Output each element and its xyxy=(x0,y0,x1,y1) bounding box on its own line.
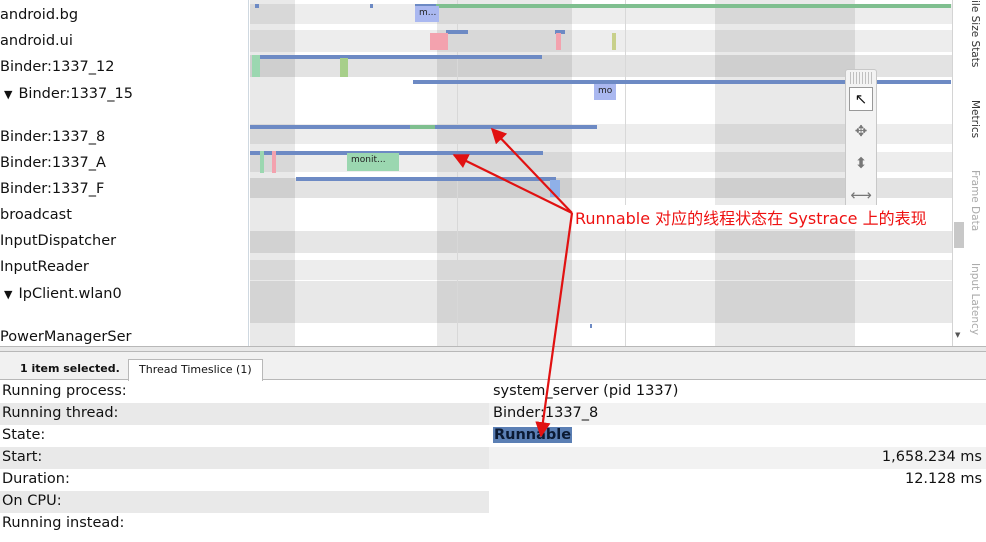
zoom-mode-button[interactable]: ⬍ xyxy=(849,151,873,175)
thread-name: IpClient.wlan0 xyxy=(18,286,122,302)
tab-file-size-stats[interactable]: ile Size Stats xyxy=(969,0,981,67)
thread-label-powermanager[interactable]: PowerManagerSer xyxy=(0,327,131,347)
thread-block[interactable] xyxy=(556,33,561,50)
slice-label[interactable]: mo xyxy=(594,84,616,100)
thread-name: Binder:1337_15 xyxy=(18,86,133,102)
thread-block[interactable] xyxy=(612,33,616,50)
analysis-tab-strip: 1 item selected. Thread Timeslice (1) xyxy=(0,352,986,381)
thread-label-binder-15[interactable]: ▼ Binder:1337_15 xyxy=(0,84,133,104)
detail-row-running-instead: Running instead: xyxy=(0,513,986,535)
timing-mode-button[interactable]: ⟷ xyxy=(849,183,873,207)
thread-slice[interactable] xyxy=(370,4,373,8)
time-marker-line xyxy=(625,0,626,346)
detail-label: Start: xyxy=(2,449,43,465)
thread-name: InputReader xyxy=(0,259,89,275)
selection-count: 1 item selected. xyxy=(20,362,120,375)
thread-slice[interactable] xyxy=(436,4,951,8)
tab-frame-data[interactable]: Frame Data xyxy=(969,170,981,231)
detail-row-duration: Duration: 12.128 ms xyxy=(0,469,986,491)
expand-caret-icon[interactable]: ▼ xyxy=(4,288,12,301)
detail-label: Running instead: xyxy=(2,515,125,531)
detail-label: Running process: xyxy=(2,383,127,399)
detail-value: Runnable xyxy=(493,427,573,443)
thread-name: Binder:1337_F xyxy=(0,181,105,197)
state-value-highlight: Runnable xyxy=(493,427,573,443)
vsync-shade xyxy=(250,0,295,346)
thread-name: broadcast xyxy=(0,207,72,223)
thread-slice[interactable] xyxy=(255,4,259,8)
thread-block[interactable] xyxy=(430,33,448,50)
thread-label-column: android.bg android.ui Binder:1337_12 ▼ Bi… xyxy=(0,0,249,348)
tab-input-latency[interactable]: Input Latency xyxy=(969,263,981,335)
tab-metrics[interactable]: Metrics xyxy=(969,100,981,138)
slice-label[interactable]: monit... xyxy=(347,153,399,171)
thread-label-android-bg[interactable]: android.bg xyxy=(0,5,78,25)
thread-slice[interactable] xyxy=(252,55,542,59)
thread-name: Binder:1337_8 xyxy=(0,129,106,145)
thread-block[interactable] xyxy=(340,58,348,77)
tab-thread-timeslice[interactable]: Thread Timeslice (1) xyxy=(128,359,263,381)
annotation-text: Runnable 对应的线程状态在 Systrace 上的表现 xyxy=(575,205,927,229)
thread-label-binder-8[interactable]: Binder:1337_8 xyxy=(0,127,105,147)
expand-caret-icon[interactable]: ▼ xyxy=(4,88,12,101)
detail-label: State: xyxy=(2,427,46,443)
detail-value: 1,658.234 ms xyxy=(881,449,982,465)
scroll-down-icon[interactable]: ▼ xyxy=(955,331,960,339)
drag-handle-icon[interactable] xyxy=(850,72,872,84)
thread-label-inputdispatcher[interactable]: InputDispatcher xyxy=(0,231,116,251)
thread-label-broadcast[interactable]: broadcast xyxy=(0,205,72,225)
select-mode-button[interactable]: ↖ xyxy=(849,87,873,111)
pointer-icon: ↖ xyxy=(854,90,868,108)
mouse-mode-selector[interactable]: ↖ ✥ ⬍ ⟷ xyxy=(845,69,877,211)
thread-slice[interactable] xyxy=(446,30,468,34)
detail-row-running-process: Running process: system_server (pid 1337… xyxy=(0,381,986,403)
thread-slice[interactable] xyxy=(590,324,592,328)
detail-row-start: Start: 1,658.234 ms xyxy=(0,447,986,469)
thread-label-binder-12[interactable]: Binder:1337_12 xyxy=(0,57,115,77)
thread-name: android.bg xyxy=(0,7,79,23)
thread-name: Binder:1337_A xyxy=(0,155,106,171)
thread-block[interactable] xyxy=(252,55,260,77)
timing-icon: ⟷ xyxy=(850,186,872,204)
detail-value: Binder:1337_8 xyxy=(493,405,599,421)
detail-row-running-thread: Running thread: Binder:1337_8 xyxy=(0,403,986,425)
detail-label: Running thread: xyxy=(2,405,119,421)
thread-label-ipclient[interactable]: ▼ IpClient.wlan0 xyxy=(0,284,122,304)
thread-name: PowerManagerSer xyxy=(0,329,132,345)
thread-name: Binder:1337_12 xyxy=(0,59,115,75)
thread-label-binder-f[interactable]: Binder:1337_F xyxy=(0,179,104,199)
scrollbar-thumb[interactable] xyxy=(954,222,964,248)
thread-block[interactable] xyxy=(550,180,560,197)
selection-details: Running process: system_server (pid 1337… xyxy=(0,381,986,535)
detail-row-state: State: Runnable xyxy=(0,425,986,447)
side-panel-tabs: ▼ ile Size Stats Metrics Frame Data Inpu… xyxy=(952,0,986,348)
thread-label-android-ui[interactable]: android.ui xyxy=(0,31,73,51)
move-icon: ✥ xyxy=(854,122,868,140)
thread-block[interactable] xyxy=(272,151,276,173)
pan-mode-button[interactable]: ✥ xyxy=(849,119,873,143)
thread-slice[interactable] xyxy=(296,177,556,181)
vsync-shade xyxy=(715,0,855,346)
detail-value: system_server (pid 1337) xyxy=(493,383,679,399)
detail-value: 12.128 ms xyxy=(904,471,982,487)
thread-block[interactable] xyxy=(260,151,264,173)
thread-name: android.ui xyxy=(0,33,73,49)
detail-label: On CPU: xyxy=(2,493,62,509)
zoom-icon: ⬍ xyxy=(854,154,868,172)
detail-row-on-cpu: On CPU: xyxy=(0,491,986,513)
thread-label-inputreader[interactable]: InputReader xyxy=(0,257,89,277)
thread-name: InputDispatcher xyxy=(0,233,117,249)
time-marker-line xyxy=(457,0,458,346)
slice-label[interactable]: m... xyxy=(415,6,439,22)
detail-label: Duration: xyxy=(2,471,70,487)
thread-label-binder-a[interactable]: Binder:1337_A xyxy=(0,153,106,173)
thread-slice[interactable] xyxy=(410,125,435,129)
